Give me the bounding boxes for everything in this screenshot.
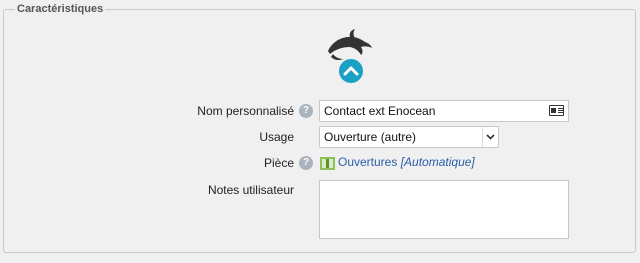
usage-select-value: Ouverture (autre) xyxy=(324,130,417,144)
notes-label: Notes utilisateur xyxy=(207,183,294,197)
room-label: Pièce xyxy=(263,156,294,170)
contact-card-icon[interactable] xyxy=(549,105,564,116)
collapse-toggle[interactable] xyxy=(339,59,363,83)
room-icon xyxy=(320,157,335,170)
room-auto-tag: [Automatique] xyxy=(400,155,475,169)
device-logo xyxy=(328,29,372,83)
notes-textarea[interactable] xyxy=(319,180,569,239)
chevron-down-icon[interactable] xyxy=(482,127,498,147)
room-link[interactable]: Ouvertures [Automatique] xyxy=(338,155,475,169)
room-help-icon[interactable]: ? xyxy=(299,156,313,170)
name-help-icon[interactable]: ? xyxy=(299,104,313,118)
room-name: Ouvertures xyxy=(338,155,398,169)
section-title: Caractéristiques xyxy=(15,3,106,15)
name-label: Nom personnalisé xyxy=(197,104,294,118)
usage-label: Usage xyxy=(259,130,294,144)
dolphin-icon xyxy=(328,29,372,61)
usage-select[interactable]: Ouverture (autre) xyxy=(319,126,499,148)
name-input-value: Contact ext Enocean xyxy=(324,104,436,118)
name-input[interactable]: Contact ext Enocean xyxy=(319,100,569,122)
